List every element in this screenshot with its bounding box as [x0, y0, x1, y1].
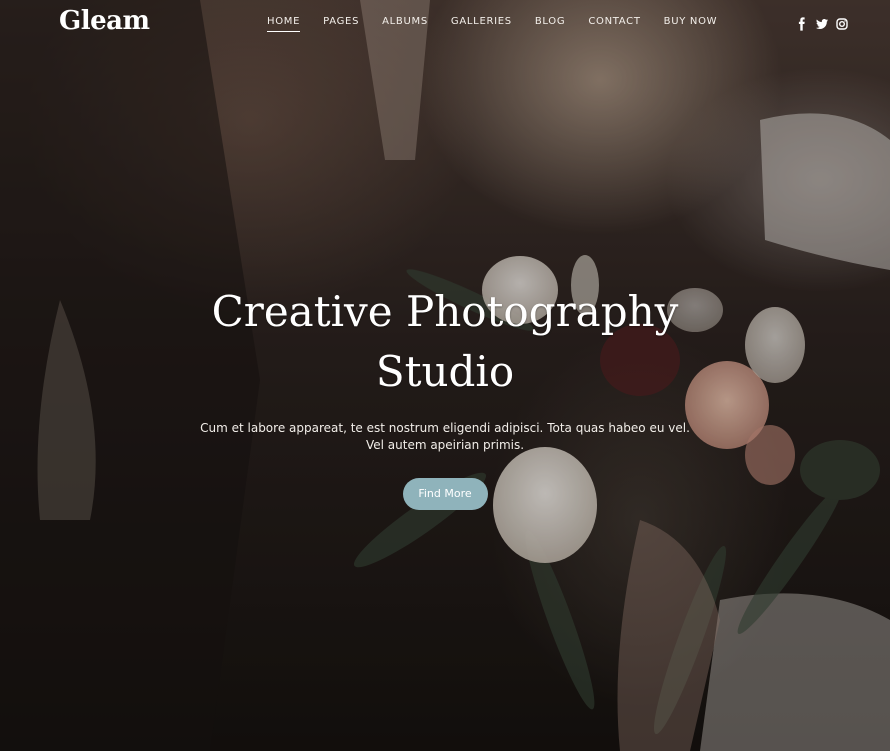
nav-item-home[interactable]: HOME [267, 16, 301, 32]
main-nav: HOME PAGES ALBUMS GALLERIES BLOG CONTACT… [267, 16, 740, 32]
instagram-icon[interactable] [835, 16, 849, 30]
site-logo[interactable]: Gleam [59, 6, 150, 36]
hero-title: Creative Photography Studio [145, 282, 745, 402]
hero-title-line-2: Studio [375, 347, 515, 396]
site-header: Gleam HOME PAGES ALBUMS GALLERIES BLOG C… [0, 0, 890, 46]
social-links [795, 16, 855, 31]
hero-content: Creative Photography Studio Cum et labor… [145, 282, 745, 510]
nav-item-contact[interactable]: CONTACT [588, 16, 640, 32]
nav-item-galleries[interactable]: GALLERIES [451, 16, 512, 32]
find-more-button[interactable]: Find More [402, 478, 488, 510]
nav-item-buy-now[interactable]: BUY NOW [664, 16, 718, 32]
hero-section: Gleam HOME PAGES ALBUMS GALLERIES BLOG C… [0, 0, 890, 751]
hero-description: Cum et labore appareat, te est nostrum e… [200, 421, 690, 452]
facebook-icon[interactable] [795, 16, 809, 31]
hero-title-line-1: Creative Photography [211, 287, 679, 336]
nav-item-blog[interactable]: BLOG [535, 16, 566, 32]
twitter-icon[interactable] [815, 16, 829, 30]
nav-item-pages[interactable]: PAGES [323, 16, 359, 32]
nav-item-albums[interactable]: ALBUMS [382, 16, 428, 32]
